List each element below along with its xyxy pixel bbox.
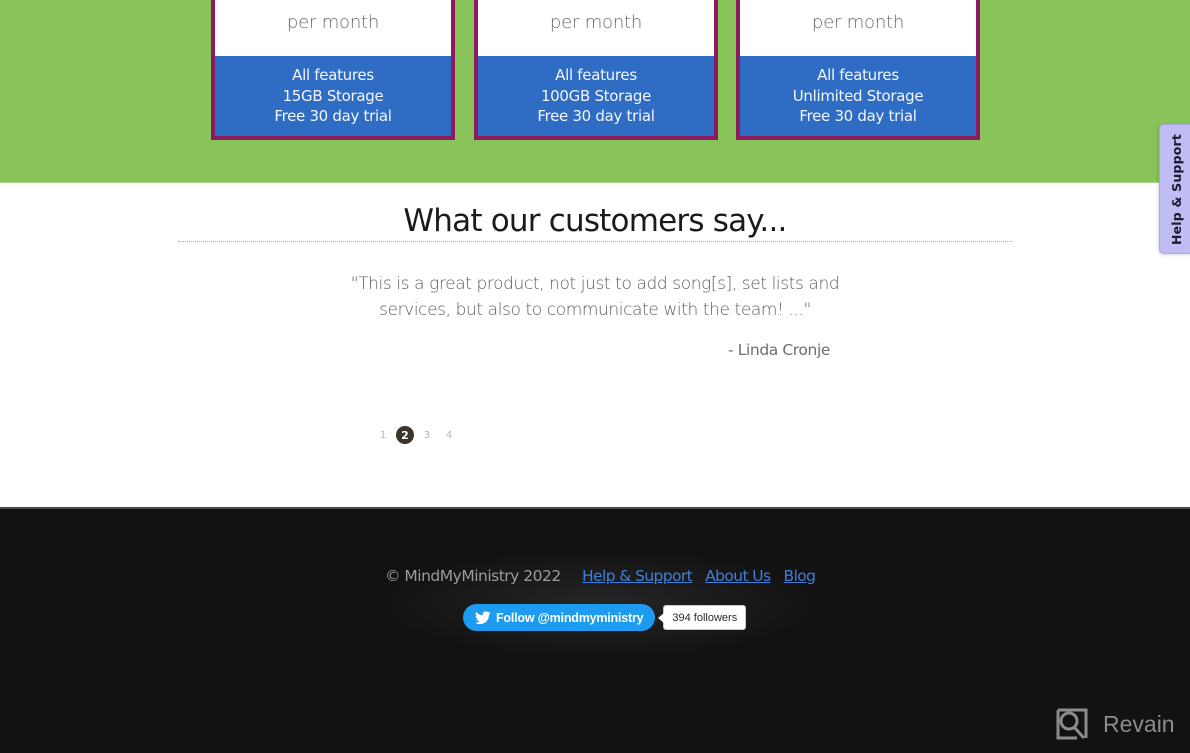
plan-features: All features Unlimited Storage Free 30 d… [740,56,976,136]
revain-logo-icon [1056,708,1088,740]
plan-feature: Unlimited Storage [792,86,924,105]
footer-links: Help & Support About Us Blog [582,567,816,585]
revain-watermark: Revain [1055,707,1175,741]
testimonial-author: - Linda Cronje [728,341,830,359]
twitter-follow-widget: Follow @mindmyministry 394 followers [463,604,747,631]
plan-feature: All features [817,66,899,84]
plan-feature: 100GB Storage [540,86,652,105]
twitter-bird-icon [475,610,491,624]
pager-page-3[interactable]: 3 [418,426,436,444]
copyright: © MindMyMinistry 2022 [385,567,561,585]
footer-link-blog[interactable]: Blog [784,567,816,585]
plan-card-100gb[interactable]: per month All features 100GB Storage Fre… [474,0,718,140]
pager-page-2-active[interactable]: 2 [396,426,414,444]
plan-feature: All features [292,66,374,84]
footer-link-about-us[interactable]: About Us [705,567,771,585]
help-support-tab[interactable]: Help & Support [1159,124,1190,254]
footer: © MindMyMinistry 2022 Help & Support Abo… [0,507,1190,753]
pager-page-4[interactable]: 4 [440,426,458,444]
title-divider [178,241,1012,242]
testimonial-quote: "This is a great product, not just to ad… [350,274,840,320]
pager-page-1[interactable]: 1 [374,426,392,444]
plan-feature: Free 30 day trial [537,107,655,125]
plan-features: All features 15GB Storage Free 30 day tr… [215,56,451,136]
plan-feature: Free 30 day trial [799,107,917,125]
plan-card-unlimited[interactable]: per month All features Unlimited Storage… [736,0,980,140]
plan-price-unit: per month [549,12,643,33]
plan-card-15gb[interactable]: per month All features 15GB Storage Free… [211,0,455,140]
plan-price-unit: per month [811,12,905,33]
help-support-tab-label: Help & Support [1169,133,1185,245]
footer-link-help-support[interactable]: Help & Support [582,567,693,585]
testimonial-pager: 1 2 3 4 [374,425,458,445]
plan-price-unit: per month [286,12,380,33]
twitter-followers-count[interactable]: 394 followers [658,605,747,630]
twitter-follow-label: Follow @mindmyministry [496,610,644,625]
plan-feature: 15GB Storage [282,86,384,105]
plan-features: All features 100GB Storage Free 30 day t… [478,56,714,136]
pricing-section: per month All features 15GB Storage Free… [0,0,1190,183]
testimonials-title: What our customers say... [403,203,787,239]
revain-label: Revain [1103,710,1175,737]
plan-feature: Free 30 day trial [274,107,392,125]
twitter-follow-button[interactable]: Follow @mindmyministry [463,604,656,631]
plan-feature: All features [555,66,637,84]
